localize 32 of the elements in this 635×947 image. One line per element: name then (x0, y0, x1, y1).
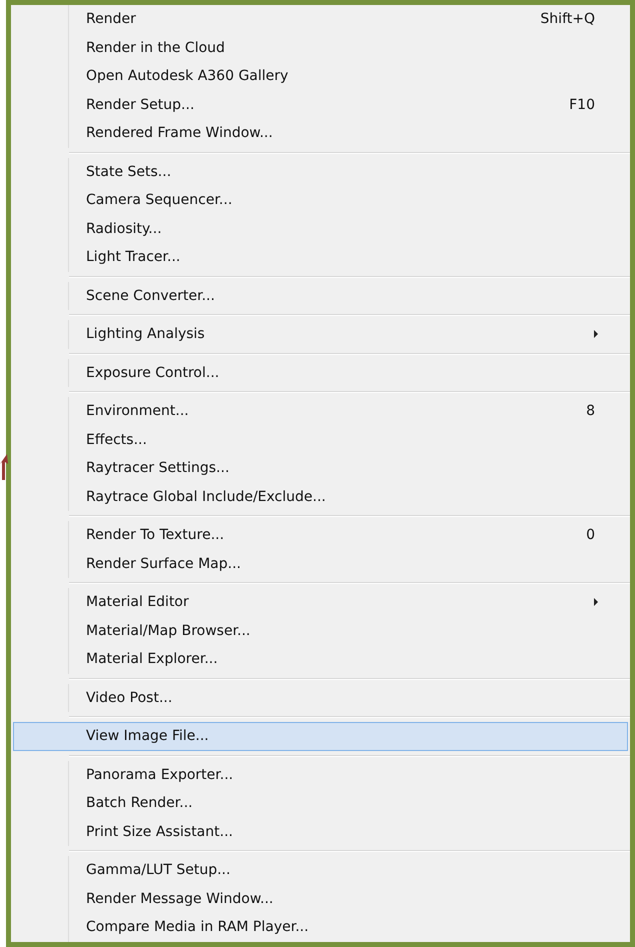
menu-item[interactable]: Exposure Control... (13, 358, 628, 387)
menu-item[interactable]: Environment... 8 (13, 397, 628, 426)
menu-item[interactable]: Effects... (13, 426, 628, 454)
menu-item[interactable]: Camera Sequencer... (13, 186, 628, 214)
menu-item[interactable]: Render Surface Map... (13, 550, 628, 578)
menu-item[interactable]: Panorama Exporter... (13, 760, 628, 789)
arrow-icon (0, 452, 8, 482)
menu-item[interactable]: Radiosity... (13, 214, 628, 243)
menu-item[interactable]: Compare Media in RAM Player... (13, 913, 628, 942)
menu-item[interactable]: State Sets... (13, 158, 628, 186)
menu-item[interactable]: Render To Texture... 0 (13, 521, 628, 550)
menu-item[interactable]: Rendered Frame Window... (13, 119, 628, 148)
menu-item[interactable]: Light Tracer... (13, 243, 628, 272)
menu-item[interactable]: Lighting Analysis (13, 320, 628, 348)
menu-item[interactable]: Render Message Window... (13, 884, 628, 913)
menu-item[interactable]: Scene Converter... (13, 282, 628, 310)
submenu-arrow-icon (593, 330, 599, 338)
submenu-arrow-icon (593, 598, 599, 606)
menu-item[interactable]: Render Shift+Q (13, 5, 628, 34)
menu-item[interactable]: Material Explorer... (13, 645, 628, 674)
menu-item[interactable]: Video Post... (13, 684, 628, 712)
menu-item[interactable]: Material/Map Browser... (13, 616, 628, 645)
menu-item[interactable]: Render Setup... F10 (13, 90, 628, 119)
menu-item[interactable]: View Image File... (13, 722, 628, 750)
menu-item[interactable]: Gamma/LUT Setup... (13, 856, 628, 884)
menu-item[interactable]: Print Size Assistant... (13, 818, 628, 846)
menu-item[interactable]: Open Autodesk A360 Gallery (13, 62, 628, 90)
menu-item[interactable]: Batch Render... (13, 789, 628, 818)
menu-item[interactable]: Material Editor (13, 588, 628, 616)
menu-item[interactable]: Render in the Cloud (13, 34, 628, 62)
menu-item[interactable]: Raytrace Global Include/Exclude... (13, 482, 628, 511)
menu-item[interactable]: Raytracer Settings... (13, 454, 628, 482)
